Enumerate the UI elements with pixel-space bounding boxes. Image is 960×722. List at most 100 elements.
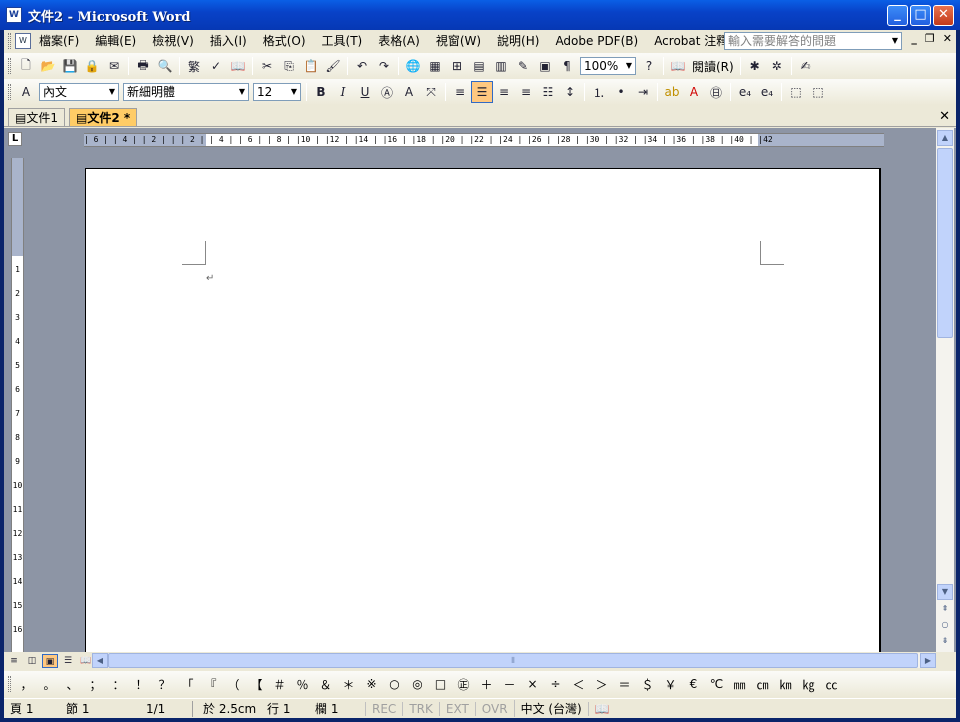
tab-document-2[interactable]: ▤ 文件2 * bbox=[68, 108, 138, 126]
symbol-button[interactable]: － bbox=[498, 676, 521, 693]
horizontal-ruler[interactable]: | 6 | | 4 | | 2 | | | 2 | | 4 | | 6 | | … bbox=[84, 133, 884, 147]
permission-icon[interactable]: 🔒 bbox=[81, 55, 103, 77]
align-left-icon[interactable]: ☰ bbox=[471, 81, 493, 103]
symbol-button[interactable]: 。 bbox=[38, 676, 61, 693]
help-search-input[interactable]: 輸入需要解答的問題 ▼ bbox=[724, 32, 902, 50]
format-painter-icon[interactable]: 🖌 bbox=[322, 55, 344, 77]
symbol-button[interactable]: ＋ bbox=[475, 676, 498, 693]
symbol-button[interactable]: ○ bbox=[383, 677, 406, 691]
menu-table[interactable]: 表格(A) bbox=[370, 31, 428, 51]
font-size-select[interactable]: 12 ▼ bbox=[253, 83, 301, 101]
doc-restore-button[interactable]: ❐ bbox=[925, 32, 935, 45]
help-icon[interactable]: ? bbox=[638, 55, 660, 77]
symbol-button[interactable]: （ bbox=[222, 676, 245, 693]
char-border-icon[interactable]: Ⓐ bbox=[376, 81, 398, 103]
menu-help[interactable]: 說明(H) bbox=[489, 31, 547, 51]
paste-icon[interactable]: 📋 bbox=[300, 55, 322, 77]
font-color-icon[interactable]: A bbox=[683, 81, 705, 103]
symbol-button[interactable]: ＝ bbox=[613, 676, 636, 693]
symbol-button[interactable]: ＊ bbox=[337, 676, 360, 693]
char-scale-icon[interactable]: ⤧ bbox=[420, 81, 442, 103]
styles-icon[interactable]: A bbox=[15, 81, 37, 103]
research-icon[interactable]: 📖 bbox=[227, 55, 249, 77]
underline-button[interactable]: U bbox=[354, 81, 376, 103]
align-center-icon[interactable]: ≡ bbox=[493, 81, 515, 103]
symbol-button[interactable]: 、 bbox=[61, 676, 84, 693]
hyperlink-icon[interactable]: 🌐 bbox=[402, 55, 424, 77]
symbol-button[interactable]: 【 bbox=[245, 676, 268, 693]
document-page[interactable]: ↵ bbox=[85, 168, 881, 652]
print-layout-icon[interactable]: ▣ bbox=[42, 653, 58, 668]
symbol-button[interactable]: ＃ bbox=[268, 676, 291, 693]
scroll-right-icon[interactable]: ▶ bbox=[920, 653, 936, 668]
distributed-icon[interactable]: ≡ bbox=[449, 81, 471, 103]
document-map-icon[interactable]: ▣ bbox=[534, 55, 556, 77]
outline-view-icon[interactable]: ☰ bbox=[60, 654, 76, 668]
symbol-button[interactable]: ※ bbox=[360, 677, 383, 691]
vertical-ruler[interactable]: 1 2 3 4 5 6 7 8 9 10 11 12 13 14 15 16 bbox=[11, 158, 24, 652]
redo-icon[interactable]: ↷ bbox=[373, 55, 395, 77]
symbol-button[interactable]: □ bbox=[429, 677, 452, 691]
char-shading-icon[interactable]: A bbox=[398, 81, 420, 103]
symbol-button[interactable]: ： bbox=[107, 676, 130, 693]
status-rec[interactable]: REC bbox=[365, 701, 402, 716]
scroll-up-icon[interactable]: ▲ bbox=[937, 130, 953, 146]
toolbar-grip[interactable] bbox=[8, 33, 11, 49]
new-document-icon[interactable]: 🗋 bbox=[15, 55, 37, 77]
tab-document-1[interactable]: ▤ 文件1 bbox=[8, 108, 65, 126]
email-icon[interactable]: ✉ bbox=[103, 55, 125, 77]
track-changes-icon[interactable]: ✱ bbox=[744, 55, 766, 77]
symbol-button[interactable]: ； bbox=[84, 676, 107, 693]
menu-insert[interactable]: 插入(I) bbox=[202, 31, 255, 51]
spelling-status-icon[interactable]: 📖 bbox=[587, 701, 616, 716]
numbering-icon[interactable]: ⒈ bbox=[588, 81, 610, 103]
symbol-button[interactable]: ￥ bbox=[659, 676, 682, 693]
open-folder-icon[interactable]: 📂 bbox=[37, 55, 59, 77]
symbol-button[interactable]: × bbox=[521, 677, 544, 691]
enclose-char-icon[interactable]: ㊐ bbox=[705, 81, 727, 103]
symbol-button[interactable]: ㏄ bbox=[820, 676, 843, 693]
tab-stop-selector[interactable]: L bbox=[8, 132, 22, 146]
next-page-icon[interactable]: ⇟ bbox=[937, 634, 953, 650]
doc-minimize-button[interactable]: _ bbox=[911, 32, 917, 45]
symbol-button[interactable]: ㎞ bbox=[774, 676, 797, 693]
font-select[interactable]: 新細明體 ▼ bbox=[123, 83, 249, 101]
chevron-down-icon[interactable]: ▼ bbox=[623, 58, 635, 74]
symbol-button[interactable]: ㎜ bbox=[728, 676, 751, 693]
justify-icon[interactable]: ☷ bbox=[537, 81, 559, 103]
chevron-down-icon[interactable]: ▼ bbox=[106, 84, 118, 100]
prev-page-icon[interactable]: ⇞ bbox=[937, 602, 953, 618]
symbol-button[interactable]: ＄ bbox=[636, 676, 659, 693]
scroll-thumb[interactable]: ⦀ bbox=[108, 653, 918, 668]
cut-icon[interactable]: ✂ bbox=[256, 55, 278, 77]
symbol-button[interactable]: ％ bbox=[291, 676, 314, 693]
line-spacing-icon[interactable]: ↕ bbox=[559, 81, 581, 103]
close-button[interactable]: ✕ bbox=[933, 5, 954, 26]
phonetic-guide-icon[interactable]: e₄ bbox=[734, 81, 756, 103]
symbol-button[interactable]: ， bbox=[15, 676, 38, 693]
tables-borders-icon[interactable]: ▦ bbox=[424, 55, 446, 77]
symbol-button[interactable]: ㊣ bbox=[452, 676, 475, 693]
horizontal-scrollbar[interactable]: ◀ ⦀ ▶ bbox=[92, 653, 936, 668]
symbol-button[interactable]: ℃ bbox=[705, 677, 728, 691]
menu-view[interactable]: 檢視(V) bbox=[144, 31, 202, 51]
align-right-icon[interactable]: ≡ bbox=[515, 81, 537, 103]
bold-button[interactable]: B bbox=[310, 81, 332, 103]
scroll-left-icon[interactable]: ◀ bbox=[92, 653, 108, 668]
symbol-button[interactable]: ÷ bbox=[544, 677, 567, 691]
print-preview-icon[interactable]: 🔍 bbox=[154, 55, 176, 77]
zoom-select[interactable]: 100% ▼ bbox=[580, 57, 636, 75]
italic-button[interactable]: I bbox=[332, 81, 354, 103]
pdf-email-icon[interactable]: ⬚ bbox=[807, 81, 829, 103]
chevron-down-icon[interactable]: ▼ bbox=[288, 84, 300, 100]
pdf-sign-icon[interactable]: ✍ bbox=[795, 55, 817, 77]
status-ext[interactable]: EXT bbox=[438, 701, 475, 716]
save-icon[interactable]: 💾 bbox=[59, 55, 81, 77]
scroll-thumb[interactable] bbox=[937, 148, 953, 338]
toolbar-grip[interactable] bbox=[8, 84, 11, 100]
symbol-button[interactable]: ＜ bbox=[567, 676, 590, 693]
word-doc-icon[interactable]: W bbox=[6, 7, 22, 23]
convert-pdf-icon[interactable]: ⬚ bbox=[785, 81, 807, 103]
status-trk[interactable]: TRK bbox=[402, 701, 439, 716]
symbol-button[interactable]: ！ bbox=[130, 676, 153, 693]
